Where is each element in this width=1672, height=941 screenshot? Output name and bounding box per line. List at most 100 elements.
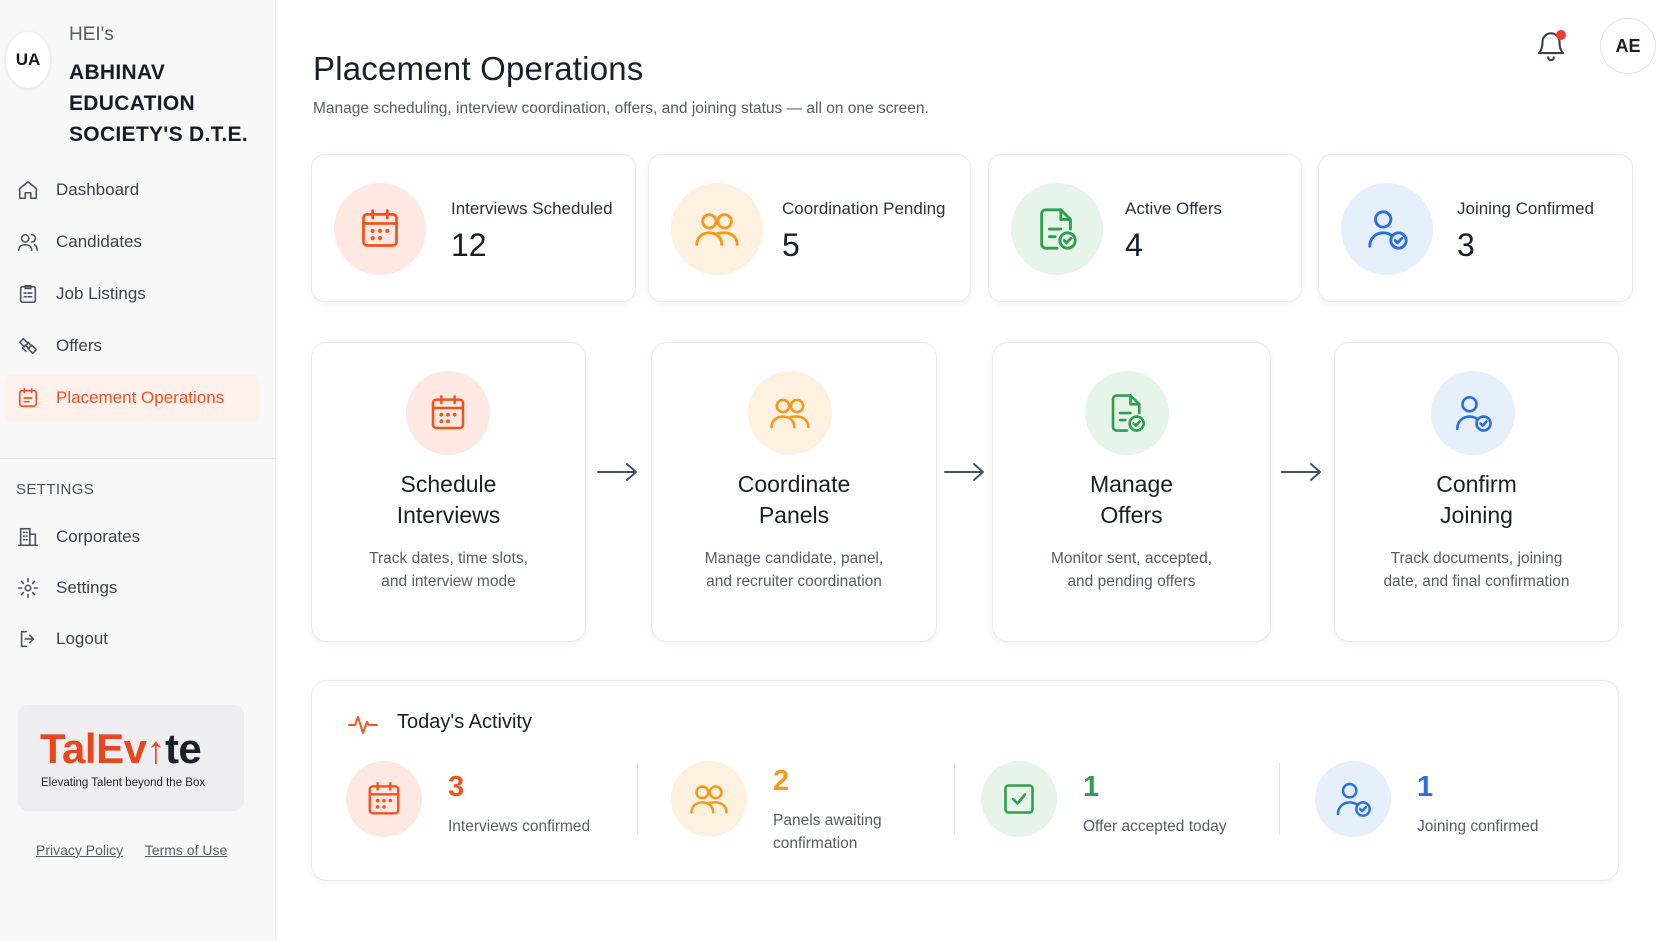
sidebar-item-offers[interactable]: Offers: [4, 322, 260, 370]
user-check-icon: [1431, 371, 1515, 455]
stat-label: Interviews Scheduled: [451, 199, 613, 218]
org-avatar[interactable]: UA: [6, 32, 50, 88]
main-nav: Dashboard Candidates Job Listings Offers…: [4, 166, 260, 426]
arrow-right-icon: [597, 463, 637, 481]
user-avatar[interactable]: AE: [1600, 18, 1656, 74]
process-title: Coordinate Panels: [737, 471, 851, 528]
stat-value: 12: [451, 227, 487, 263]
process-title: Confirm Joining: [1436, 471, 1517, 528]
legal-links: Privacy Policy Terms of Use: [36, 842, 245, 858]
activity-item-offers[interactable]: 1 Offer accepted today: [981, 761, 1271, 841]
brand-tagline: Elevating Talent beyond the Box: [41, 777, 206, 789]
process-description: Manage candidate, panel, and recruiter c…: [704, 550, 884, 590]
user-check-icon: [1315, 761, 1391, 837]
document-check-icon: [1011, 183, 1103, 275]
brand-logo: TalEv↑te Elevating Talent beyond the Box: [18, 705, 244, 811]
users-icon: [671, 183, 763, 275]
activity-divider: [1279, 763, 1280, 835]
stat-label: Active Offers: [1125, 199, 1222, 218]
stat-value: 5: [782, 227, 800, 263]
sidebar-item-settings[interactable]: Settings: [4, 565, 260, 611]
org-header: UA HEI's ABHINAV EDUCATION SOCIETY'S D.T…: [0, 0, 276, 160]
stat-label: Joining Confirmed: [1457, 199, 1595, 218]
activity-text: Joining confirmed: [1417, 818, 1539, 835]
stat-card-joining-confirmed[interactable]: Joining Confirmed 3: [1318, 154, 1633, 302]
stat-value: 4: [1125, 227, 1143, 263]
activity-value: 3: [448, 771, 465, 803]
users-icon: [16, 230, 40, 254]
user-check-icon: [1341, 183, 1433, 275]
sidebar-item-corporates[interactable]: Corporates: [4, 514, 260, 560]
sidebar-item-label: Candidates: [56, 232, 143, 251]
process-description: Track documents, joining date, and final…: [1383, 550, 1570, 590]
process-title: Schedule Interviews: [396, 471, 501, 528]
arrow-right-icon: [1281, 463, 1321, 481]
stat-card-interviews-scheduled[interactable]: Interviews Scheduled 12: [311, 154, 636, 302]
activity-divider: [637, 763, 638, 835]
settings-nav: Corporates Settings Logout: [4, 514, 260, 667]
sidebar-item-label: Settings: [56, 578, 118, 597]
users-icon: [671, 761, 747, 837]
activity-value: 2: [773, 765, 790, 797]
calendar-icon: [16, 386, 40, 410]
activity-item-interviews[interactable]: 3 Interviews confirmed: [346, 761, 636, 841]
page-title: Placement Operations: [313, 50, 644, 87]
activity-text: Panels awaiting confirmation: [773, 812, 882, 852]
notification-dot: [1556, 30, 1566, 40]
activity-pulse-icon: [348, 716, 378, 734]
activity-value: 1: [1417, 771, 1434, 803]
activity-title: Today's Activity: [397, 711, 532, 733]
home-icon: [16, 178, 40, 202]
clipboard-icon: [16, 282, 40, 306]
stat-value: 3: [1457, 227, 1475, 263]
process-card-confirm-joining[interactable]: Confirm Joining Track documents, joining…: [1334, 342, 1619, 642]
activity-divider: [954, 763, 955, 835]
process-title: Manage Offers: [1089, 471, 1174, 528]
activity-text: Interviews confirmed: [448, 818, 591, 835]
sidebar-item-placement-operations[interactable]: Placement Operations: [4, 374, 260, 422]
calendar-icon: [406, 371, 490, 455]
sidebar-item-label: Job Listings: [56, 284, 146, 303]
stat-label: Coordination Pending: [782, 199, 946, 218]
sidebar-item-logout[interactable]: Logout: [4, 616, 260, 662]
process-card-coordinate-panels[interactable]: Coordinate Panels Manage candidate, pane…: [651, 342, 937, 642]
stat-card-coordination-pending[interactable]: Coordination Pending 5: [648, 154, 971, 302]
page-subtitle: Manage scheduling, interview coordinatio…: [313, 100, 929, 117]
logout-icon: [16, 627, 40, 651]
checkbox-icon: [981, 761, 1057, 837]
todays-activity-panel: Today's Activity 3 Interviews confirmed …: [311, 680, 1619, 881]
sidebar-item-job-listings[interactable]: Job Listings: [4, 270, 260, 318]
gear-icon: [16, 576, 40, 600]
building-icon: [16, 525, 40, 549]
activity-item-joining[interactable]: 1 Joining confirmed: [1315, 761, 1595, 841]
settings-section-label: SETTINGS: [16, 481, 95, 498]
activity-text: Offer accepted today: [1083, 818, 1227, 835]
sidebar-item-label: Dashboard: [56, 180, 140, 199]
org-prefix: HEI's: [69, 24, 114, 45]
sidebar-item-label: Placement Operations: [56, 388, 225, 407]
process-card-manage-offers[interactable]: Manage Offers Monitor sent, accepted, an…: [992, 342, 1271, 642]
process-card-schedule-interviews[interactable]: Schedule Interviews Track dates, time sl…: [311, 342, 586, 642]
calendar-icon: [334, 183, 426, 275]
sidebar-divider: [0, 458, 276, 459]
sidebar-item-label: Logout: [56, 629, 108, 648]
process-description: Monitor sent, accepted, and pending offe…: [1050, 550, 1213, 590]
sidebar-item-label: Corporates: [56, 527, 141, 546]
calendar-icon: [346, 761, 422, 837]
sidebar-item-candidates[interactable]: Candidates: [4, 218, 260, 266]
activity-item-panels[interactable]: 2 Panels awaiting confirmation: [671, 761, 951, 852]
sidebar: UA HEI's ABHINAV EDUCATION SOCIETY'S D.T…: [0, 0, 276, 941]
terms-of-use-link[interactable]: Terms of Use: [145, 842, 227, 858]
document-check-icon: [1085, 371, 1169, 455]
privacy-policy-link[interactable]: Privacy Policy: [36, 842, 123, 858]
activity-value: 1: [1083, 771, 1100, 803]
stat-card-active-offers[interactable]: Active Offers 4: [988, 154, 1302, 302]
sidebar-item-dashboard[interactable]: Dashboard: [4, 166, 260, 214]
org-name: ABHINAV EDUCATION SOCIETY'S D.T.E.: [69, 61, 248, 146]
sidebar-item-label: Offers: [56, 336, 102, 355]
process-description: Track dates, time slots, and interview m…: [369, 550, 528, 590]
notifications-button[interactable]: [1534, 28, 1568, 64]
arrow-right-icon: [944, 463, 984, 481]
users-icon: [748, 371, 832, 455]
brand-wordmark: TalEv↑te: [40, 725, 202, 772]
